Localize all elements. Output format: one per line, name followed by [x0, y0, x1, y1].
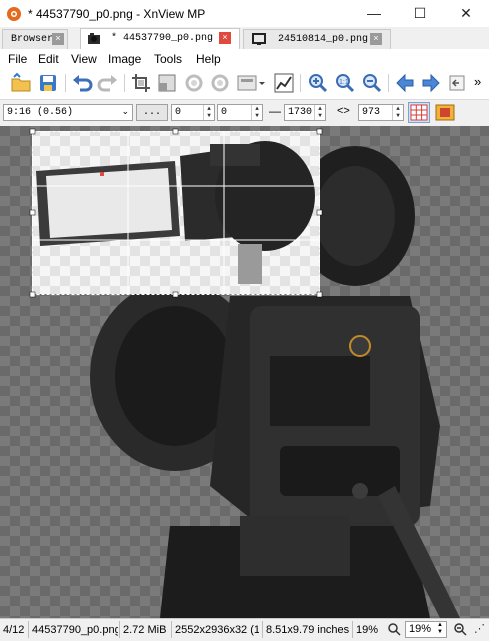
resize-grip-icon[interactable]: ⋰ [474, 622, 485, 635]
tab-label: 24510814_p0.png [278, 34, 369, 45]
status-dimensions: 2552x2936x32 (1 [175, 624, 259, 636]
tab-close-icon[interactable]: × [219, 32, 231, 44]
crop-height-value: 973 [362, 107, 381, 118]
image-thumb-icon [252, 33, 266, 45]
maximize-button[interactable]: ☐ [397, 0, 443, 27]
spin-arrows-icon[interactable]: ▲ ▼ [203, 105, 214, 120]
tab-label: Browser [11, 34, 54, 45]
status-separator [119, 621, 120, 638]
resize-icon[interactable] [156, 72, 178, 94]
redo-icon[interactable] [97, 72, 119, 94]
crop-toolbar: 9:16 (0.56) ⌄ ... 0 ▲ ▼ 0 ▲ ▼ — 1730 ▲ ▼ <>… [0, 99, 489, 127]
aspect-ratio-value: 9:16 (0.56) [7, 107, 74, 118]
crop-width-input[interactable]: 1730 ▲ ▼ [284, 104, 326, 121]
tab-close-icon[interactable]: × [52, 33, 64, 45]
status-filename: 44537790_p0.png [32, 624, 118, 636]
menu-help[interactable]: Help [196, 52, 221, 66]
image-viewer-canvas[interactable] [0, 126, 489, 618]
status-index: 4/12 [3, 624, 25, 636]
grid-toggle-button[interactable] [408, 102, 430, 123]
zoom-icon[interactable] [388, 623, 401, 636]
toolbar-overflow-icon[interactable]: » [474, 74, 481, 89]
spin-arrows-icon[interactable]: ▲ ▼ [314, 105, 325, 120]
menu-bar: File Edit View Image Tools Help [0, 49, 489, 69]
ratio-options-button[interactable]: ... [136, 104, 168, 121]
swap-dimensions-button[interactable]: <> [337, 105, 350, 117]
tab-browser[interactable]: Browser × [2, 29, 68, 49]
zoom-out-icon[interactable] [361, 72, 383, 94]
crop-icon[interactable] [130, 72, 152, 94]
histogram-icon[interactable] [273, 72, 295, 94]
menu-tools[interactable]: Tools [154, 52, 182, 66]
xnview-logo-icon [7, 7, 21, 21]
toolbar-separator [300, 74, 301, 92]
spin-arrows-icon[interactable]: ▲ ▼ [435, 622, 445, 636]
status-separator [171, 621, 172, 638]
crop-apply-icon [435, 104, 455, 121]
zoom-in-icon[interactable] [307, 72, 329, 94]
tab-24510814[interactable]: 24510814_p0.png × [243, 29, 391, 49]
grid-icon [410, 104, 428, 121]
dash-label: — [269, 104, 281, 118]
spin-arrows-icon[interactable]: ▲ ▼ [251, 105, 262, 120]
zoom-actual-icon[interactable]: 1:1 [334, 72, 356, 94]
next-icon[interactable] [420, 72, 442, 94]
status-separator [352, 621, 353, 638]
tab-bar: Browser × * 44537790_p0.png × 24510814_p… [0, 27, 489, 50]
toolbar-separator [65, 74, 66, 92]
svg-text:1:1: 1:1 [339, 79, 349, 86]
rotate-right-icon[interactable] [209, 72, 231, 94]
save-icon[interactable] [37, 72, 59, 94]
undo-icon[interactable] [71, 72, 93, 94]
previous-icon[interactable] [394, 72, 416, 94]
exit-icon[interactable] [446, 72, 468, 94]
crop-x-input[interactable]: 0 ▲ ▼ [171, 104, 215, 121]
zoom-out-small-icon[interactable] [454, 623, 467, 636]
minimize-button[interactable]: — [351, 0, 397, 27]
crop-width-value: 1730 [288, 107, 313, 118]
status-print-size: 8.51x9.79 inches [266, 624, 350, 636]
zoom-select-value: 19% [409, 623, 432, 635]
title-bar: * 44537790_p0.png - XnView MP — ☐ ✕ [0, 0, 489, 27]
tab-close-icon[interactable]: × [370, 33, 382, 45]
crop-height-input[interactable]: 973 ▲ ▼ [358, 104, 404, 121]
crop-y-value: 0 [221, 107, 228, 118]
camera-image [0, 126, 489, 618]
status-separator [28, 621, 29, 638]
status-bar: 4/12 44537790_p0.png 2.72 MiB 2552x2936x… [0, 618, 489, 641]
main-toolbar: 1:1 » [0, 69, 489, 97]
menu-edit[interactable]: Edit [38, 52, 59, 66]
tab-44537790[interactable]: * 44537790_p0.png × [80, 28, 240, 50]
status-zoom: 19% [356, 624, 379, 636]
image-thumb-icon [88, 33, 100, 44]
menu-image[interactable]: Image [108, 52, 141, 66]
spin-arrows-icon[interactable]: ▲ ▼ [392, 105, 403, 120]
crop-x-value: 0 [175, 107, 182, 118]
menu-view[interactable]: View [71, 52, 97, 66]
close-button[interactable]: ✕ [443, 0, 489, 27]
crop-y-input[interactable]: 0 ▲ ▼ [217, 104, 263, 121]
status-separator [262, 621, 263, 638]
menu-file[interactable]: File [8, 52, 27, 66]
chevron-down-icon: ⌄ [121, 107, 129, 117]
toolbar-separator [124, 74, 125, 92]
adjust-icon[interactable] [236, 72, 266, 94]
status-filesize: 2.72 MiB [123, 624, 167, 636]
open-folder-icon[interactable] [10, 72, 32, 94]
zoom-select[interactable]: 19% ▲ ▼ [405, 621, 447, 638]
aspect-ratio-select[interactable]: 9:16 (0.56) ⌄ [3, 104, 133, 121]
window-title: * 44537790_p0.png - XnView MP [28, 7, 206, 21]
toolbar-separator [388, 74, 389, 92]
apply-crop-button[interactable] [434, 102, 456, 123]
tab-label: * 44537790_p0.png [111, 33, 214, 44]
rotate-left-icon[interactable] [183, 72, 205, 94]
